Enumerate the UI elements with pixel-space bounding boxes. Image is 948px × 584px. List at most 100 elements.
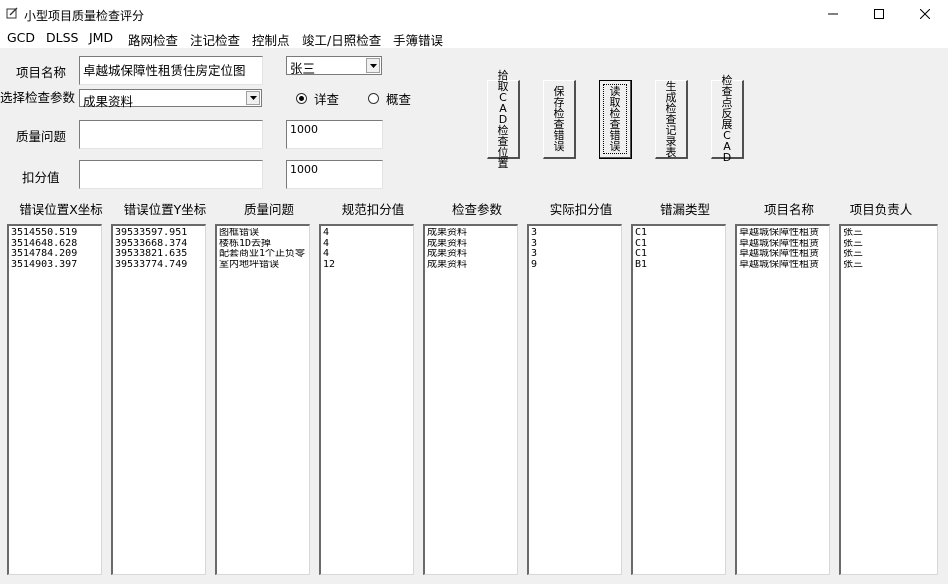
list-item[interactable]: 卓越城保障性租赁 <box>737 228 829 239</box>
minimize-button[interactable] <box>810 0 856 28</box>
generate-record-label: 生成检查记录表 <box>665 79 677 159</box>
list-item[interactable]: 成果资料 <box>425 260 517 271</box>
list-quality-issues[interactable]: 图框错误 楼栋1D去掉 配套商业1个正负零 室内地坪错误 <box>215 224 310 575</box>
list-item[interactable]: 成果资料 <box>425 228 517 239</box>
menu-completion-check[interactable]: 竣工/日照检查 <box>302 30 381 49</box>
list-item[interactable]: C1 <box>633 228 725 239</box>
list-item[interactable]: 张三 <box>841 249 937 260</box>
radio-unselected-icon <box>368 93 379 104</box>
radio-summary-label: 概查 <box>386 92 412 107</box>
list-item[interactable]: C1 <box>633 249 725 260</box>
list-item[interactable]: 卓越城保障性租赁 <box>737 260 829 271</box>
radio-selected-icon <box>296 93 307 104</box>
list-item[interactable]: 卓越城保障性租赁 <box>737 239 829 250</box>
close-button[interactable] <box>902 0 948 28</box>
column-header-project-name: 项目名称 <box>763 202 814 217</box>
menu-bar: GCD DLSS JMD 路网检查 注记检查 控制点 竣工/日照检查 手簿错误 <box>0 28 948 48</box>
project-name-label: 项目名称 <box>16 65 67 80</box>
column-header-project-leader: 项目负责人 <box>849 202 913 217</box>
show-in-cad-button[interactable]: 检查点反展CAD <box>711 75 744 163</box>
title-bar: 小型项目质量检查评分 <box>0 0 948 28</box>
maximize-button[interactable] <box>856 0 902 28</box>
minimize-icon <box>828 13 838 15</box>
list-check-params[interactable]: 成果资料 成果资料 成果资料 成果资料 <box>423 224 518 575</box>
list-item[interactable]: 12 <box>321 260 413 271</box>
list-item[interactable]: 39533597.951 <box>113 228 205 239</box>
save-error-label: 保存检查错误 <box>553 85 565 153</box>
window-title: 小型项目质量检查评分 <box>24 9 145 23</box>
show-in-cad-label: 检查点反展CAD <box>721 74 733 164</box>
param-dropdown-arrow[interactable] <box>246 91 260 105</box>
column-header-x: 错误位置X坐标 <box>19 202 103 217</box>
chevron-down-icon <box>249 96 257 100</box>
radio-detail[interactable]: 详查 <box>296 89 339 108</box>
list-item[interactable]: 3514550.519 <box>9 228 101 239</box>
list-item[interactable]: 39533821.635 <box>113 249 205 260</box>
list-item[interactable]: 4 <box>321 239 413 250</box>
list-standard-deductions[interactable]: 4 4 4 12 <box>319 224 414 575</box>
list-item[interactable]: 9 <box>529 260 621 271</box>
list-item[interactable]: 图框错误 <box>217 228 309 239</box>
list-item[interactable]: 3514648.628 <box>9 239 101 250</box>
list-item[interactable]: 3514784.209 <box>9 249 101 260</box>
deduction-input[interactable] <box>79 160 263 189</box>
list-actual-deductions[interactable]: 3 3 3 9 <box>527 224 622 575</box>
person-dropdown-arrow[interactable] <box>366 58 380 73</box>
list-item[interactable]: 3 <box>529 239 621 250</box>
list-project-names[interactable]: 卓越城保障性租赁 卓越城保障性租赁 卓越城保障性租赁 卓越城保障性租赁 <box>735 224 830 575</box>
list-item[interactable]: 室内地坪错误 <box>217 260 309 271</box>
deduction-label: 扣分值 <box>22 170 60 185</box>
list-item[interactable]: 楼栋1D去掉 <box>217 239 309 250</box>
list-error-types[interactable]: C1 C1 C1 B1 <box>631 224 726 575</box>
list-item[interactable]: 张三 <box>841 260 937 271</box>
menu-road-check[interactable]: 路网检查 <box>128 30 178 49</box>
list-x-coordinates[interactable]: 3514550.519 3514648.628 3514784.209 3514… <box>7 224 102 575</box>
close-icon <box>920 9 930 19</box>
menu-annotation-check[interactable]: 注记检查 <box>190 30 240 49</box>
read-error-button[interactable]: 读取检查错误 <box>599 80 632 159</box>
list-item[interactable]: 3 <box>529 228 621 239</box>
project-name-input[interactable]: 卓越城保障性租赁住房定位图 <box>79 56 263 85</box>
generate-record-button[interactable]: 生成检查记录表 <box>655 80 688 159</box>
menu-gcd[interactable]: GCD <box>7 30 35 45</box>
list-item[interactable]: B1 <box>633 260 725 271</box>
list-item[interactable]: 3514903.397 <box>9 260 101 271</box>
menu-logbook-error[interactable]: 手簿错误 <box>393 30 443 49</box>
person-select[interactable]: 张三 <box>286 56 382 76</box>
app-icon <box>6 7 18 19</box>
quality-issue-number-input[interactable]: 1000 <box>286 120 383 149</box>
list-item[interactable]: 配套商业1个正负零 <box>217 249 309 260</box>
menu-control-point[interactable]: 控制点 <box>252 30 290 49</box>
column-header-y: 错误位置Y坐标 <box>123 202 207 217</box>
column-header-actual-deduction: 实际扣分值 <box>549 202 613 217</box>
quality-issue-label: 质量问题 <box>16 129 67 144</box>
save-error-button[interactable]: 保存检查错误 <box>543 80 576 159</box>
pick-cad-position-label: 拾取CAD检查位置 <box>497 68 509 170</box>
radio-detail-label: 详查 <box>314 92 340 107</box>
list-item[interactable]: 39533668.374 <box>113 239 205 250</box>
list-item[interactable]: 39533774.749 <box>113 260 205 271</box>
radio-summary[interactable]: 概查 <box>368 89 411 108</box>
read-error-label: 读取检查错误 <box>609 85 621 153</box>
menu-dlss[interactable]: DLSS <box>46 30 78 45</box>
person-select-value: 张三 <box>290 61 316 76</box>
list-item[interactable]: C1 <box>633 239 725 250</box>
column-header-issue: 质量问题 <box>243 202 294 217</box>
list-item[interactable]: 张三 <box>841 228 937 239</box>
list-item[interactable]: 成果资料 <box>425 249 517 260</box>
list-item[interactable]: 3 <box>529 249 621 260</box>
list-project-leaders[interactable]: 张三 张三 张三 张三 <box>839 224 938 575</box>
list-item[interactable]: 4 <box>321 249 413 260</box>
menu-jmd[interactable]: JMD <box>89 30 113 45</box>
column-header-param: 检查参数 <box>451 202 502 217</box>
list-item[interactable]: 卓越城保障性租赁 <box>737 249 829 260</box>
list-item[interactable]: 4 <box>321 228 413 239</box>
list-y-coordinates[interactable]: 39533597.951 39533668.374 39533821.635 3… <box>111 224 206 575</box>
quality-issue-input[interactable] <box>79 120 263 149</box>
deduction-number-input[interactable]: 1000 <box>286 160 383 189</box>
list-item[interactable]: 张三 <box>841 239 937 250</box>
param-label: 选择检查参数 <box>0 90 76 105</box>
list-item[interactable]: 成果资料 <box>425 239 517 250</box>
param-select[interactable]: 成果资料 <box>79 89 262 109</box>
pick-cad-position-button[interactable]: 拾取CAD检查位置 <box>487 70 520 169</box>
